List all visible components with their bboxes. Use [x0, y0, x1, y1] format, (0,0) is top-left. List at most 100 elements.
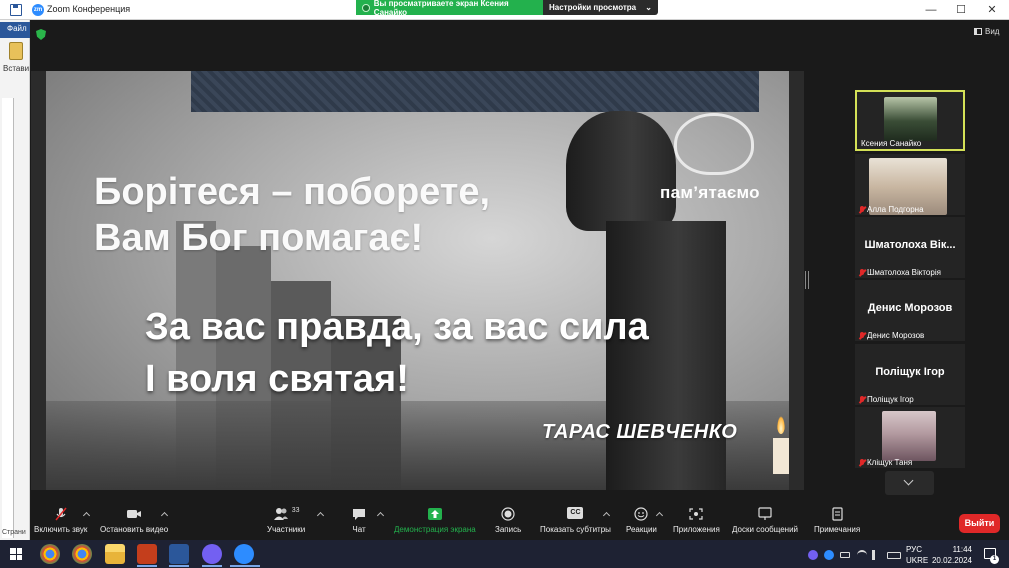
clock-date: 20.02.2024 — [931, 556, 972, 565]
input-language-line1: РУС — [906, 545, 923, 554]
unmute-label: Включить звук — [34, 525, 88, 534]
mic-muted-icon — [859, 395, 865, 404]
participants-label: Участники — [267, 525, 306, 534]
chevron-down-icon: ⌄ — [645, 3, 652, 12]
leave-button[interactable]: Выйти — [959, 514, 1000, 533]
notes-button[interactable]: Примечания — [814, 507, 860, 534]
clock-time: 11:44 — [952, 545, 972, 554]
notes-label: Примечания — [814, 525, 861, 534]
system-clock[interactable]: 11:44 20.02.2024 — [930, 544, 972, 566]
participants-icon-wrap: 33 — [273, 507, 300, 525]
video-camera-icon — [127, 510, 142, 518]
captions-button[interactable]: CC Показать субтитры — [540, 507, 611, 534]
participant-tile[interactable]: Ксения Санайко — [855, 90, 965, 151]
notes-icon — [832, 507, 843, 521]
panel-splitter-handle[interactable] — [805, 271, 809, 289]
view-label: Вид — [985, 27, 1000, 36]
participant-tile[interactable]: Денис Морозов Денис Морозов — [855, 280, 965, 341]
chrome-icon[interactable] — [40, 544, 60, 564]
participant-name: Ксения Санайко — [861, 139, 922, 148]
captions-label: Показать субтитры — [540, 525, 611, 534]
close-button[interactable]: ✕ — [977, 2, 1007, 18]
share-notice: Вы просматриваете экран Ксения Санайко — [356, 0, 543, 17]
viber-icon[interactable] — [202, 544, 222, 564]
gallery-scroll-down-button[interactable] — [885, 471, 934, 495]
shared-slide: пам’ятаємо Борітеся – поборете, Вам Бог … — [46, 71, 789, 490]
minimize-button[interactable]: — — [916, 2, 946, 18]
wifi-icon[interactable] — [857, 550, 867, 560]
stop-video-label: Остановить видео — [100, 525, 169, 534]
participant-name: Шматолоха Вікторія — [867, 268, 941, 277]
record-label: Запись — [495, 525, 522, 534]
apps-button[interactable]: Приложения — [673, 507, 720, 534]
record-button[interactable]: Запись — [495, 507, 521, 534]
participants-count: 33 — [291, 507, 300, 514]
chevron-down-icon — [903, 475, 914, 486]
quote-line-2: Вам Бог помагає! — [94, 217, 424, 259]
powerpoint-icon[interactable] — [137, 544, 157, 564]
shared-screen[interactable]: пам’ятаємо Борітеся – поборете, Вам Бог … — [31, 71, 804, 490]
view-button[interactable]: Вид — [974, 27, 999, 36]
participant-tile[interactable]: Кліщук Таня — [855, 407, 965, 468]
viber-tray-icon[interactable] — [808, 550, 818, 560]
whiteboards-button[interactable]: Доски сообщений — [732, 507, 798, 534]
page-status-label: Страни — [2, 529, 26, 536]
word-icon[interactable] — [169, 544, 189, 564]
participant-name: Поліщук Ігор — [867, 395, 914, 404]
participant-video — [884, 97, 937, 141]
paste-label: Встави — [3, 64, 30, 73]
smiley-icon — [634, 507, 649, 521]
zoom-tray-icon[interactable] — [824, 550, 834, 560]
input-language[interactable]: РУС UKRE — [906, 544, 928, 566]
volume-icon[interactable] — [872, 550, 882, 560]
notification-badge: 1 — [990, 555, 999, 564]
participant-display-name: Шматолоха Вік... — [864, 239, 956, 251]
participant-tile[interactable]: Шматолоха Вік... Шматолоха Вікторія — [855, 217, 965, 278]
participant-tile[interactable]: Алла Подгорна — [855, 154, 965, 215]
stop-video-button[interactable]: Остановить видео — [100, 507, 168, 534]
paste-icon[interactable] — [9, 42, 23, 60]
share-screen-button[interactable]: Демонстрация экрана — [394, 507, 476, 534]
participant-label: Кліщук Таня — [859, 458, 912, 467]
keyboard-icon[interactable] — [887, 552, 901, 559]
share-screen-icon — [427, 508, 442, 520]
windows-start-icon[interactable] — [10, 548, 22, 560]
participants-gallery: Ксения Санайко Алла Подгорна Шматолоха В… — [855, 90, 965, 496]
running-indicator — [169, 565, 189, 567]
microphone-muted-icon — [55, 507, 67, 521]
apps-icon — [689, 508, 704, 520]
quote-author: ТАРАС ШЕВЧЕНКО — [542, 421, 738, 443]
chrome-profile-icon[interactable] — [72, 544, 92, 564]
running-indicator — [137, 565, 157, 567]
candle-flame — [777, 416, 785, 434]
participant-name: Алла Подгорна — [867, 205, 924, 214]
running-indicator — [230, 565, 260, 567]
maximize-button[interactable]: ☐ — [946, 2, 976, 18]
file-tab[interactable]: Файл — [4, 23, 27, 35]
participant-tile[interactable]: Поліщук Ігор Поліщук Ігор — [855, 344, 965, 405]
zoom-logo-icon: zm — [32, 4, 44, 16]
grid-view-icon — [974, 28, 982, 35]
mic-muted-icon — [859, 205, 865, 214]
zoom-icon[interactable] — [234, 544, 254, 564]
save-icon[interactable] — [10, 4, 22, 16]
reactions-button[interactable]: Реакции — [626, 507, 657, 534]
view-settings-label: Настройки просмотра — [549, 3, 637, 12]
unmute-button[interactable]: Включить звук — [34, 507, 87, 534]
quote-top: Борітеся – поборете, Вам Бог помагає! — [94, 169, 490, 261]
background-word-window: Файл Встави Страни — [0, 20, 30, 540]
chat-button[interactable]: Чат — [351, 507, 367, 534]
monument-head-image — [566, 111, 676, 231]
slide-top-banner — [191, 71, 759, 112]
file-explorer-icon[interactable] — [105, 544, 125, 564]
participant-label: Денис Морозов — [859, 331, 924, 340]
mic-muted-icon — [859, 268, 865, 277]
battery-icon[interactable] — [840, 552, 850, 558]
candle-body — [773, 438, 789, 474]
view-settings-button[interactable]: Настройки просмотра ⌄ — [543, 0, 658, 15]
vertical-ruler — [2, 98, 14, 538]
participants-button[interactable]: 33 Участники — [267, 507, 305, 534]
running-indicator — [202, 565, 222, 567]
quote-line-1: Борітеся – поборете, — [94, 171, 491, 213]
trident-emblem-icon — [674, 113, 754, 175]
